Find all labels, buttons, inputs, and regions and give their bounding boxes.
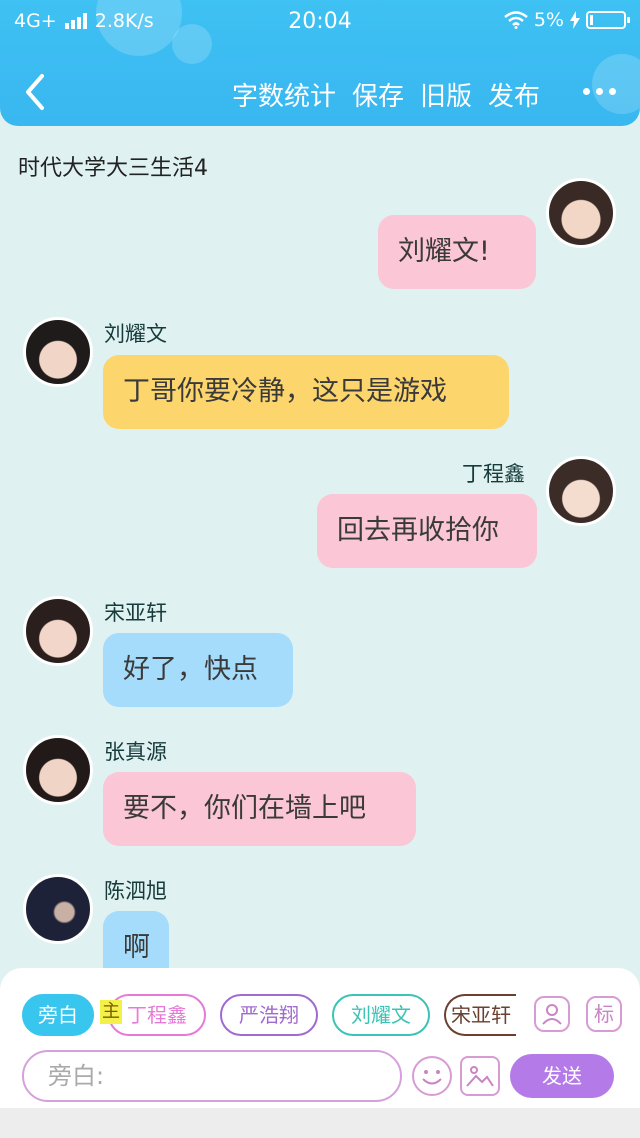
avatar[interactable]: [546, 178, 616, 248]
message-input[interactable]: 旁白:: [22, 1050, 402, 1102]
story-title: 时代大学大三生活4: [18, 156, 208, 181]
message-bubble[interactable]: 丁哥你要冷静，这只是游戏: [103, 355, 509, 429]
speaker-name: 丁程鑫: [462, 462, 525, 486]
tag-button[interactable]: 标: [586, 996, 622, 1032]
message-bubble[interactable]: 回去再收拾你: [317, 494, 537, 568]
toolbar: 字数统计 保存 旧版 发布: [0, 62, 640, 122]
smiley-icon: [422, 1070, 442, 1085]
back-button[interactable]: [18, 70, 58, 114]
app-screen: 4G+ 2.8K/s 20:04 5% 字数统计 保存 旧版 发布 时代大学大三…: [0, 0, 640, 1138]
message-bubble[interactable]: 好了，快点: [103, 633, 293, 707]
toolbar-actions: 字数统计 保存 旧版 发布: [232, 76, 540, 113]
avatar[interactable]: [23, 874, 93, 944]
emoji-button[interactable]: [412, 1056, 452, 1096]
publish-button[interactable]: 发布: [488, 76, 540, 113]
character-chip-liu[interactable]: 刘耀文: [332, 994, 430, 1036]
speaker-name: 刘耀文: [104, 322, 167, 346]
add-role-button[interactable]: [534, 996, 570, 1032]
charging-icon: [570, 11, 580, 29]
battery-icon: [586, 11, 630, 29]
word-count-button[interactable]: 字数统计: [232, 76, 336, 113]
image-icon: [466, 1066, 494, 1087]
avatar[interactable]: [546, 456, 616, 526]
image-button[interactable]: [460, 1056, 500, 1096]
old-version-button[interactable]: 旧版: [420, 76, 472, 113]
avatar[interactable]: [23, 596, 93, 666]
speaker-name: 陈泗旭: [104, 879, 167, 903]
character-chip-ding[interactable]: 丁程鑫: [108, 994, 206, 1036]
chevron-left-icon: [26, 74, 44, 110]
status-bar: 4G+ 2.8K/s 20:04 5%: [0, 0, 640, 44]
message-bubble[interactable]: 刘耀文!: [378, 215, 536, 289]
character-chip-song[interactable]: 宋亚轩: [444, 994, 516, 1036]
main-character-marker: 主: [100, 1000, 122, 1024]
character-chip-narrator[interactable]: 旁白: [22, 994, 94, 1036]
message-bubble[interactable]: 要不，你们在墙上吧: [103, 772, 416, 846]
battery-percent: 5%: [533, 9, 564, 31]
save-button[interactable]: 保存: [352, 76, 404, 113]
bottom-strip: [0, 1108, 640, 1138]
character-chip-yan[interactable]: 严浩翔: [220, 994, 318, 1036]
more-options-button[interactable]: [583, 88, 616, 95]
status-right: 5%: [504, 9, 630, 31]
person-icon: [542, 1004, 562, 1025]
send-button[interactable]: 发送: [510, 1054, 614, 1098]
header: 4G+ 2.8K/s 20:04 5% 字数统计 保存 旧版 发布: [0, 0, 640, 126]
speaker-name: 宋亚轩: [104, 601, 167, 625]
speaker-name: 张真源: [104, 740, 167, 764]
avatar[interactable]: [23, 735, 93, 805]
wifi-icon: [504, 11, 528, 29]
avatar[interactable]: [23, 317, 93, 387]
